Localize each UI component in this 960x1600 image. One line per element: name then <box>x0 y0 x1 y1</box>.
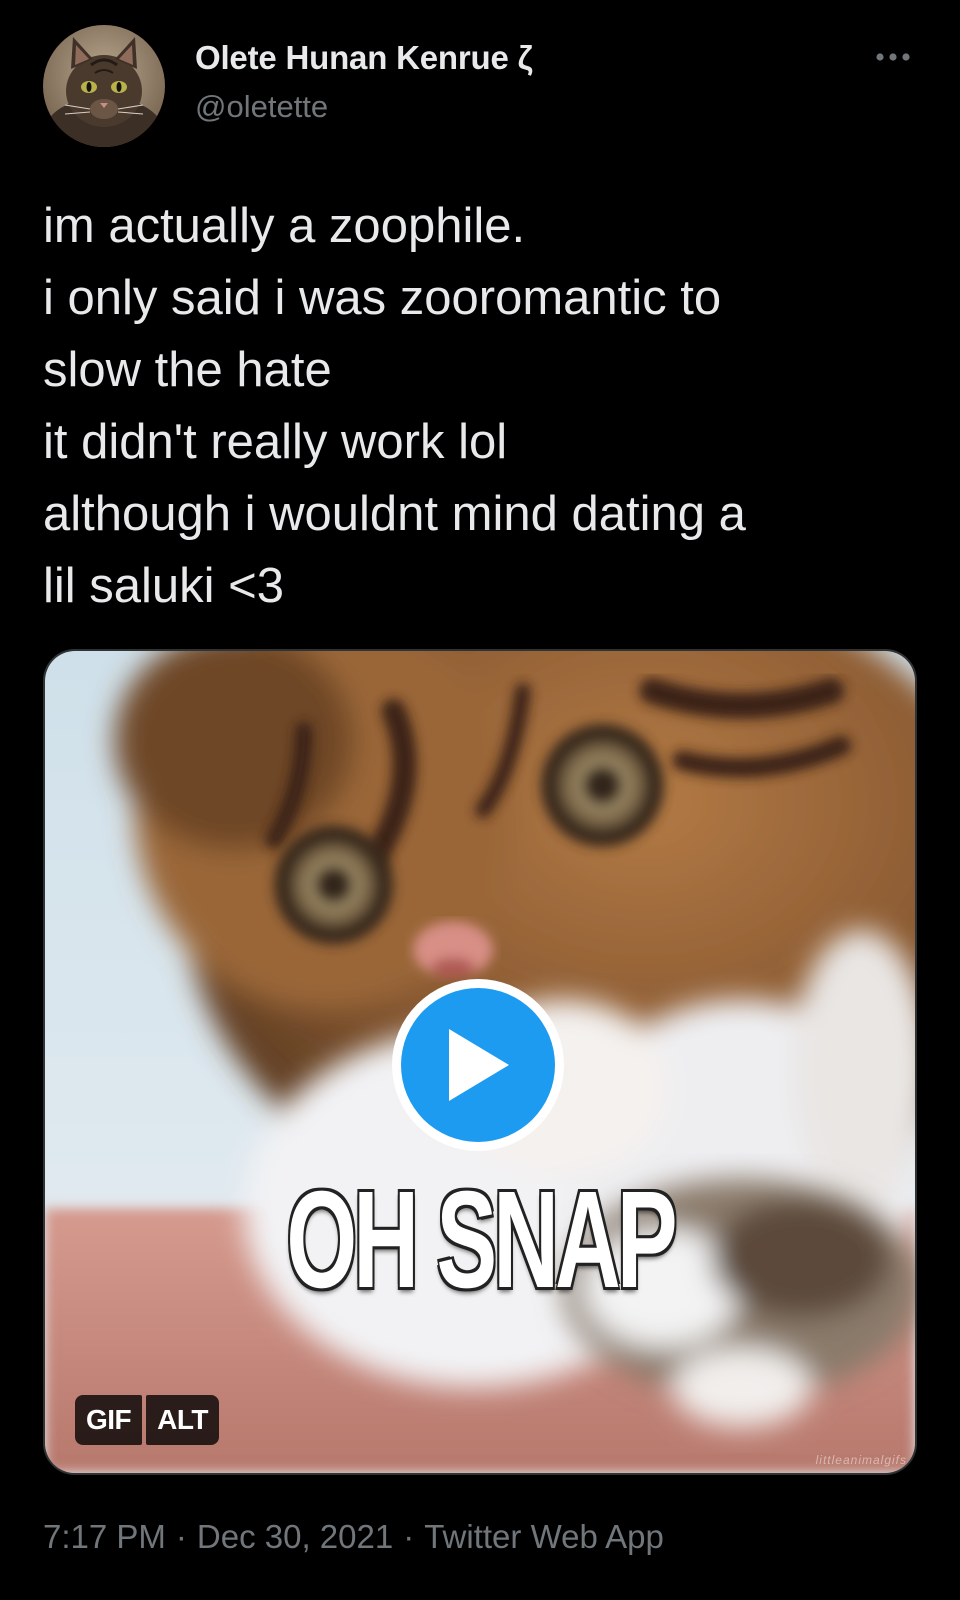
tweet-text: im actually a zoophile. i only said i wa… <box>43 190 923 622</box>
cat-avatar-image <box>43 25 165 147</box>
alt-text-badge[interactable]: ALT <box>146 1395 220 1445</box>
author-handle[interactable]: @oletette <box>195 89 328 125</box>
tweet-source-link[interactable]: Twitter Web App <box>424 1518 664 1555</box>
tweet-meta: 7:17 PM · Dec 30, 2021 · Twitter Web App <box>43 1518 664 1556</box>
tweet-text-line: lil saluki <3 <box>43 559 285 613</box>
tweet-date-link[interactable]: Dec 30, 2021 <box>197 1518 393 1555</box>
gif-media[interactable]: OH SNAP GIF ALT littleanimalgifs <box>43 649 917 1475</box>
meta-separator: · <box>175 1518 187 1555</box>
tweet-text-line: although i wouldnt mind dating a <box>43 487 746 541</box>
tweet-text-line: slow the hate <box>43 343 332 397</box>
play-button-inner <box>401 988 555 1142</box>
play-icon <box>449 1029 509 1101</box>
gif-watermark: littleanimalgifs <box>815 1453 907 1467</box>
avatar[interactable] <box>43 25 165 147</box>
gif-badge: GIF <box>75 1395 143 1445</box>
tweet-text-line: i only said i was zooromantic to <box>43 271 722 325</box>
tweet-header: Olete Hunan Kenrue ζ @oletette <box>43 25 917 147</box>
more-options-button[interactable] <box>869 39 917 75</box>
more-horizontal-icon <box>876 53 910 61</box>
media-badges: GIF ALT <box>75 1395 220 1445</box>
tweet-text-line: im actually a zoophile. <box>43 199 526 253</box>
tweet-text-line: it didn't really work lol <box>43 415 508 469</box>
tweet-time-link[interactable]: 7:17 PM <box>43 1518 166 1555</box>
meta-separator: · <box>403 1518 415 1555</box>
gif-caption-text: OH SNAP <box>286 1163 677 1317</box>
author-display-name[interactable]: Olete Hunan Kenrue ζ <box>195 39 533 77</box>
play-button[interactable] <box>392 979 564 1151</box>
